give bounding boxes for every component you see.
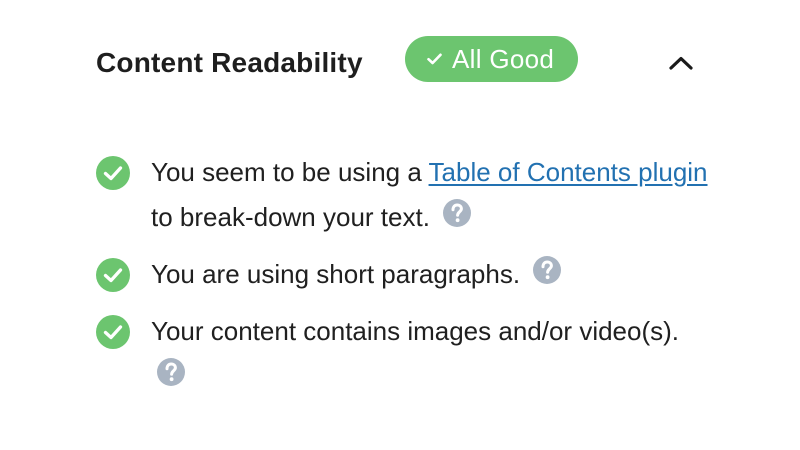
- section-title: Content Readability: [96, 47, 363, 78]
- check-text: You are using short paragraphs.: [151, 259, 521, 289]
- check-text: Your content contains images and/or vide…: [151, 316, 680, 346]
- section-header: Content Readability All Good: [96, 36, 706, 90]
- check-text-part: You seem to be using a: [151, 157, 429, 187]
- question-circle-icon[interactable]: [443, 199, 472, 228]
- table-of-contents-plugin-link[interactable]: Table of Contents plugin: [429, 157, 708, 187]
- check-icon: [427, 53, 442, 65]
- question-circle-icon[interactable]: [157, 358, 185, 387]
- check-circle-icon: [96, 315, 130, 349]
- content-readability-panel: Content Readability All Good You seem to…: [0, 0, 800, 450]
- list-item: You are using short paragraphs.: [96, 252, 716, 297]
- list-item: Your content contains images and/or vide…: [96, 309, 716, 399]
- readability-checks-list: You seem to be using a Table of Contents…: [96, 150, 716, 411]
- status-badge: All Good: [405, 36, 579, 82]
- check-circle-icon: [96, 156, 130, 190]
- check-circle-icon: [96, 258, 130, 292]
- check-text-part: to break-down your text.: [151, 202, 430, 232]
- question-circle-icon[interactable]: [533, 256, 562, 285]
- list-item: You seem to be using a Table of Contents…: [96, 150, 716, 240]
- status-badge-label: All Good: [452, 43, 555, 74]
- chevron-up-icon: [669, 56, 693, 70]
- collapse-toggle-button[interactable]: [664, 46, 698, 80]
